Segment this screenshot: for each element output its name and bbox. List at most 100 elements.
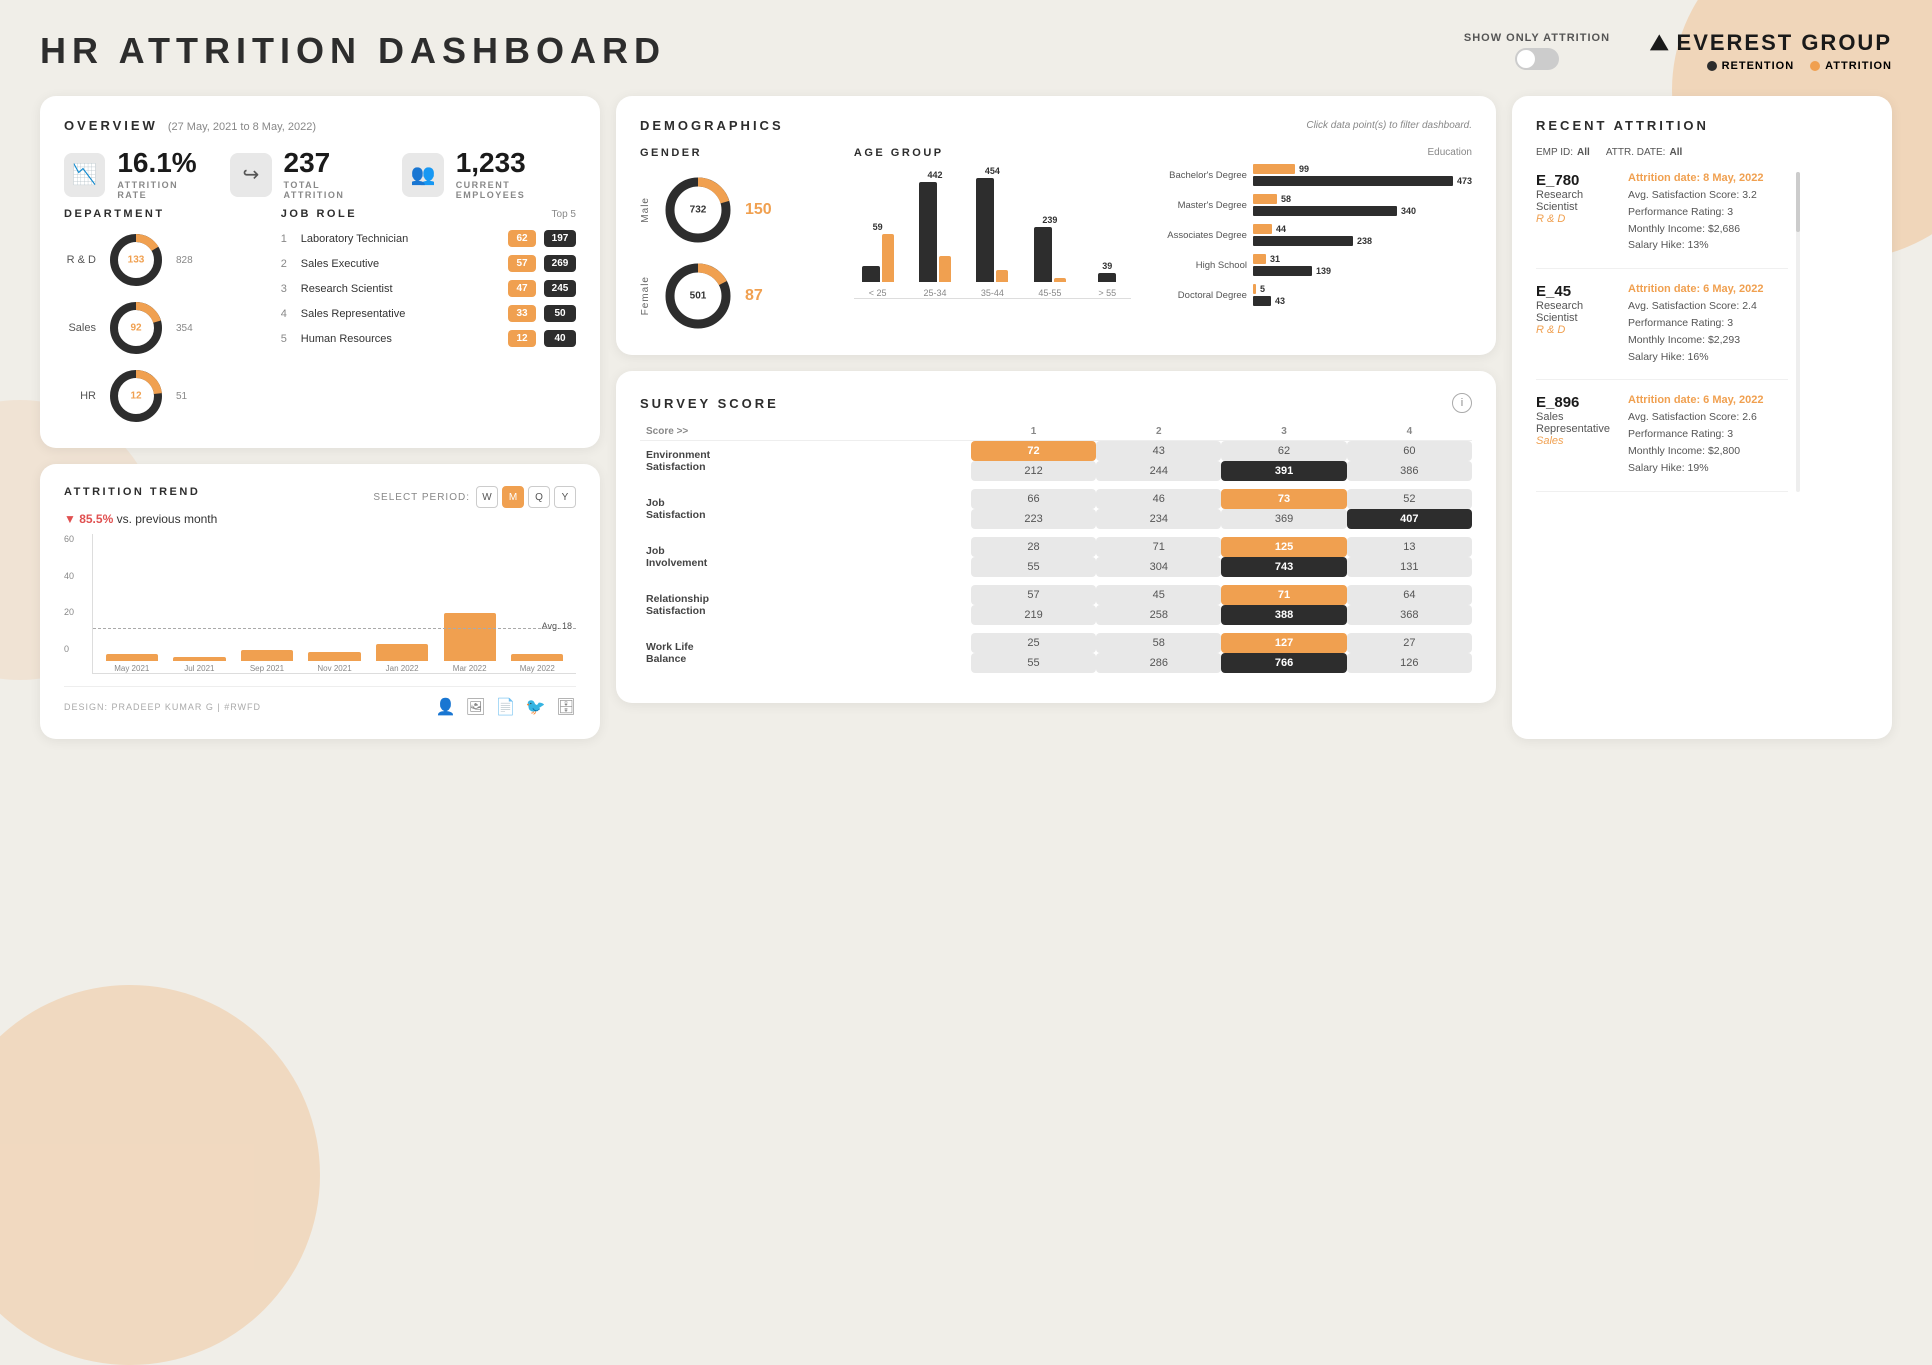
demo-header: DEMOGRAPHICS Click data point(s) to filt… [640, 118, 1472, 133]
edu-masters-dark-row: 340 [1253, 206, 1472, 216]
database-icon[interactable]: 🗄 [556, 697, 576, 717]
survey-cell-total: 212 [971, 461, 1096, 481]
edu-associates-dark-bar [1253, 236, 1353, 246]
jr-num: 4 [281, 308, 293, 320]
twitter-icon[interactable]: 🐦 [526, 697, 546, 717]
edu-highschool: High School 31 139 [1147, 254, 1472, 276]
gender-title: GENDER [640, 147, 838, 159]
survey-cell-total: 219 [971, 605, 1096, 625]
period-y[interactable]: Y [554, 486, 576, 508]
gender-male: Male 732 150 [640, 173, 838, 247]
edu-doctoral-dark-row: 43 [1253, 296, 1472, 306]
age-25-34-total-label: 442 [928, 170, 943, 180]
trend-bar-label: Jul 2021 [184, 664, 214, 673]
period-m[interactable]: M [502, 486, 524, 508]
attr-satisfaction: Avg. Satisfaction Score: 2.4 [1628, 298, 1788, 315]
emp-role: Research Scientist [1536, 189, 1616, 213]
age-35-44-x-label: 35-44 [981, 288, 1004, 298]
trend-bar-label: May 2022 [520, 664, 555, 673]
edu-highschool-bars: 31 139 [1253, 254, 1472, 276]
dept-sales-label: Sales [64, 322, 96, 334]
female-donut: 501 [661, 259, 735, 333]
survey-cell-total: 407 [1347, 509, 1472, 529]
recent-title: RECENT ATTRITION [1536, 118, 1709, 133]
edu-highschool-orange-val: 31 [1270, 254, 1280, 264]
age-25-34-orange-bar [939, 256, 951, 282]
job-role-title: JOB ROLE [281, 208, 357, 220]
trend-header: ATTRITION TREND SELECT PERIOD: W M Q Y [64, 486, 576, 508]
total-attrition-value: 237 [284, 149, 379, 177]
jr-name: Research Scientist [301, 283, 500, 295]
survey-cell-total: 304 [1096, 557, 1221, 577]
attrition-item: E_896 Sales Representative Sales Attriti… [1536, 394, 1788, 491]
attr-performance: Performance Rating: 3 [1628, 426, 1788, 443]
female-attrition: 87 [745, 287, 763, 305]
attr-date: Attrition date: 6 May, 2022 [1628, 283, 1788, 295]
edu-associates-dark-val: 238 [1357, 236, 1372, 246]
image-icon[interactable]: 🖼 [466, 697, 486, 717]
trend-bar [511, 654, 563, 661]
attr-date: Attrition date: 6 May, 2022 [1628, 394, 1788, 406]
avg-line: Avg. 18 [93, 628, 576, 631]
trend-bar-item: Jan 2022 [371, 534, 433, 673]
demo-title: DEMOGRAPHICS [640, 118, 784, 133]
toggle-knob [1517, 50, 1535, 68]
jr-num: 5 [281, 333, 293, 345]
survey-cell-attrition: 46 [1096, 489, 1221, 509]
document-icon[interactable]: 📄 [496, 697, 516, 717]
age-35-44-total-label: 454 [985, 166, 1000, 176]
survey-cell-total: 743 [1221, 557, 1346, 577]
emp-id: E_45 [1536, 283, 1616, 300]
survey-cell-attrition: 60 [1347, 441, 1472, 462]
edu-title: Education [1428, 147, 1472, 158]
age-lt25: 59 < 25 [854, 222, 901, 298]
attr-date-val: All [1669, 147, 1682, 158]
legend-retention: RETENTION [1707, 60, 1795, 72]
survey-info-icon[interactable]: i [1452, 393, 1472, 413]
attrition-toggle[interactable] [1515, 48, 1559, 70]
edu-masters-orange-row: 58 [1253, 194, 1472, 204]
filter-emp-id: EMP ID: All [1536, 147, 1590, 158]
age-25-34: 442 25-34 [911, 170, 958, 298]
attrition-details: Attrition date: 6 May, 2022 Avg. Satisfa… [1628, 394, 1788, 476]
emp-role: Sales Representative [1536, 411, 1616, 435]
jr-num: 1 [281, 233, 293, 245]
design-credit: DESIGN: PRADEEP KUMAR G | #RWFD [64, 702, 261, 712]
middle-column: DEMOGRAPHICS Click data point(s) to filt… [616, 96, 1496, 739]
period-q[interactable]: Q [528, 486, 550, 508]
survey-cell-attrition: 66 [971, 489, 1096, 509]
job-role-list: 1 Laboratory Technician 62 197 2 Sales E… [281, 230, 576, 347]
age-lt25-dark-bar [862, 266, 880, 282]
survey-spacer [640, 577, 1472, 585]
trend-bar-item: May 2021 [101, 534, 163, 673]
trend-bar-item: Mar 2022 [439, 534, 501, 673]
dept-rd-label: R & D [64, 254, 96, 266]
jr-attrition: 33 [508, 305, 536, 322]
score-col-4: 4 [1347, 423, 1472, 441]
trend-bars: May 2021 Jul 2021 Sep 2021 Nov 2021 Jan … [93, 534, 576, 673]
edu-doctoral: Doctoral Degree 5 43 [1147, 284, 1472, 306]
survey-cell-total: 223 [971, 509, 1096, 529]
period-w[interactable]: W [476, 486, 498, 508]
demographics-card: DEMOGRAPHICS Click data point(s) to filt… [616, 96, 1496, 355]
edu-highschool-dark-row: 139 [1253, 266, 1472, 276]
header-right: SHOW ONLY ATTRITION ⛰ EVEREST GROUP RETE… [1464, 30, 1892, 72]
attrition-emp: E_896 Sales Representative Sales [1536, 394, 1616, 476]
female-center: 501 [690, 291, 707, 302]
department-section: DEPARTMENT R & D [64, 208, 261, 426]
current-employees-values: 1,233 CURRENT EMPLOYEES [456, 149, 576, 200]
education-section: Education Bachelor's Degree 99 [1147, 147, 1472, 333]
trend-bar-label: Jan 2022 [386, 664, 419, 673]
survey-title: SURVEY SCORE [640, 396, 779, 411]
legend: RETENTION ATTRITION [1707, 60, 1892, 72]
survey-spacer [640, 529, 1472, 537]
age-45-55-bars [1034, 227, 1066, 282]
department-title: DEPARTMENT [64, 208, 261, 220]
dept-hr-donut: 12 [106, 366, 166, 426]
survey-cell-attrition: 43 [1096, 441, 1221, 462]
jr-name: Sales Representative [301, 308, 500, 320]
person-icon[interactable]: 👤 [436, 697, 456, 717]
main-grid: OVERVIEW (27 May, 2021 to 8 May, 2022) 📉… [40, 96, 1892, 739]
edu-bachelors-orange-val: 99 [1299, 164, 1309, 174]
trend-bar-label: Mar 2022 [453, 664, 487, 673]
